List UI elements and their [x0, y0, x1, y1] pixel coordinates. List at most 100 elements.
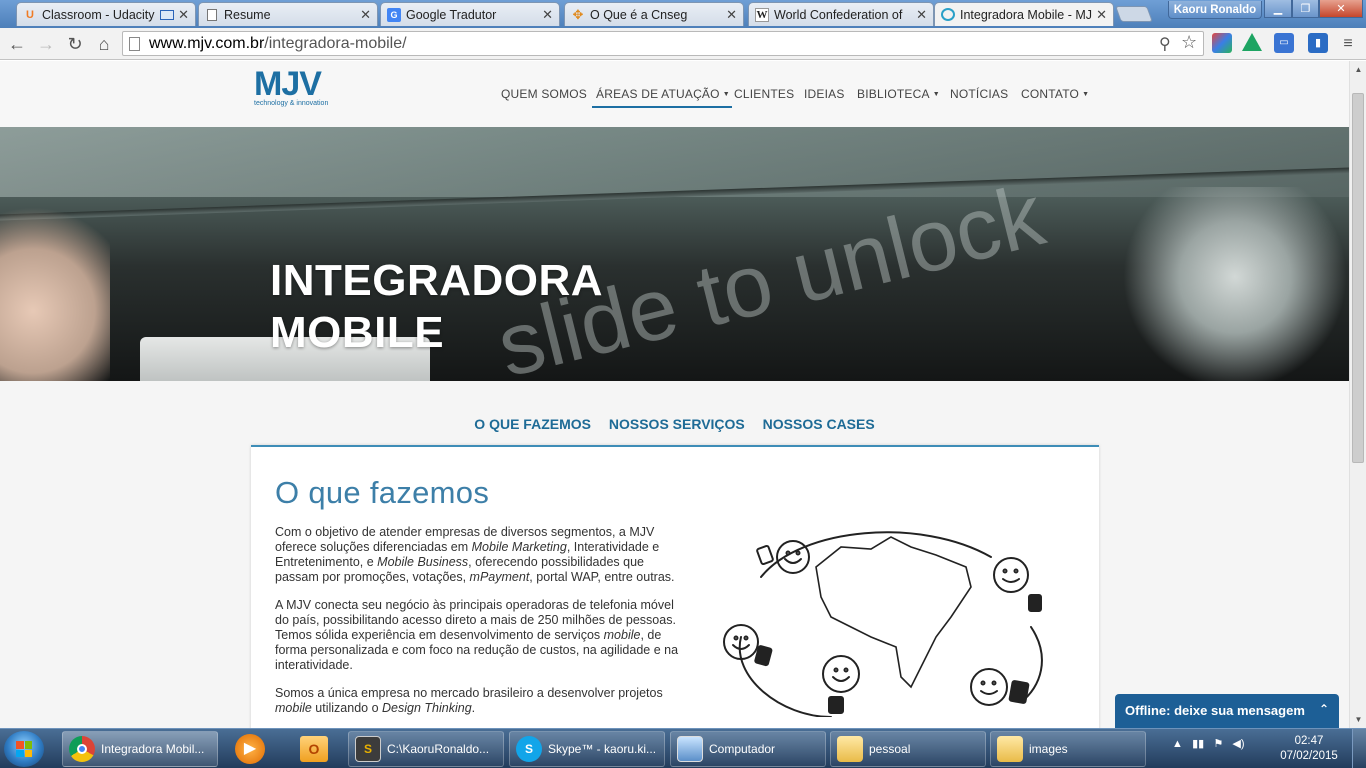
nav-clientes[interactable]: CLIENTES	[734, 87, 794, 101]
close-tab-icon[interactable]: ✕	[1096, 7, 1107, 23]
paragraph: Somos a única empresa no mercado brasile…	[275, 686, 663, 715]
action-center-flag-icon[interactable]: ⚑	[1213, 738, 1223, 750]
taskbar-folder-images[interactable]: images	[990, 731, 1146, 767]
menu-icon[interactable]: ≡	[1336, 32, 1360, 56]
clock[interactable]: 02:47 07/02/2015	[1274, 734, 1344, 764]
page-icon	[129, 37, 140, 51]
close-window-icon[interactable]: ✕	[1319, 0, 1363, 18]
tab-title: Integradora Mobile - MJV	[960, 7, 1093, 22]
windows-taskbar: Integradora Mobil... ▶ O S C:\KaoruRonal…	[0, 728, 1366, 768]
taskbar-outlook[interactable]: O	[286, 731, 342, 767]
close-tab-icon[interactable]: ✕	[360, 7, 371, 23]
tab-cnseg[interactable]: ✥ O Que é a Cnseg ✕	[564, 2, 744, 26]
site-header: MJV technology & innovation QUEM SOMOS Á…	[0, 61, 1349, 127]
nav-quem-somos[interactable]: QUEM SOMOS	[501, 87, 587, 101]
profile-name[interactable]: Kaoru Ronaldo	[1168, 1, 1262, 19]
site-icon	[941, 8, 955, 21]
cnseg-icon: ✥	[572, 6, 584, 22]
scrollbar-thumb[interactable]	[1352, 93, 1364, 463]
paragraph: Com o objetivo de atender empresas de di…	[275, 525, 675, 584]
tab-title: Google Tradutor	[406, 7, 497, 22]
nav-ideias[interactable]: IDEIAS	[804, 87, 845, 101]
chrome-icon	[69, 736, 95, 762]
vertical-scrollbar[interactable]: ▲ ▼	[1349, 61, 1366, 728]
page-title: INTEGRADORA MOBILE	[270, 256, 604, 357]
section-text: Com o objetivo de atender empresas de di…	[275, 525, 687, 728]
close-tab-icon[interactable]: ✕	[178, 7, 189, 23]
google-drive-icon[interactable]	[1242, 33, 1262, 51]
nav-contato[interactable]: CONTATO ▼	[1021, 87, 1089, 101]
terminal-icon: S	[355, 736, 381, 762]
close-tab-icon[interactable]: ✕	[542, 7, 553, 23]
outlook-icon: O	[300, 736, 328, 762]
taskbar-media-player[interactable]: ▶	[222, 731, 278, 767]
tab-title: Classroom - Udacity	[42, 7, 155, 22]
nav-biblioteca[interactable]: BIBLIOTECA ▼	[857, 87, 940, 101]
paragraph: A MJV conecta seu negócio às principais …	[275, 598, 679, 672]
close-tab-icon[interactable]: ✕	[916, 7, 927, 23]
dropdown-caret-icon: ▼	[1082, 91, 1090, 98]
tab-nossos-servicos[interactable]: NOSSOS SERVIÇOS	[609, 416, 745, 432]
document-icon	[205, 8, 219, 22]
tab-google-tradutor[interactable]: G Google Tradutor ✕	[380, 2, 560, 26]
url-text[interactable]: www.mjv.com.br/integradora-mobile/	[149, 35, 407, 53]
hero-banner: slide to unlock INTEGRADORA MOBILE	[0, 127, 1349, 381]
volume-icon[interactable]: ◀)	[1232, 738, 1244, 750]
network-icon[interactable]: ▮▮	[1192, 738, 1204, 750]
tab-o-que-fazemos[interactable]: O QUE FAZEMOS	[474, 416, 591, 432]
taskbar-skype[interactable]: S Skype™ - kaoru.ki...	[509, 731, 665, 767]
computer-icon	[677, 736, 703, 762]
content-card: O que fazemos Com o objetivo de atender …	[251, 445, 1099, 728]
play-icon: ▶	[235, 734, 265, 764]
start-button[interactable]	[4, 731, 44, 767]
new-tab-button[interactable]	[1115, 6, 1153, 22]
tab-title: World Confederation of	[774, 7, 903, 22]
bookmark-extension-icon[interactable]: ▮	[1308, 33, 1328, 53]
udacity-icon: U	[26, 8, 34, 21]
star-icon[interactable]: ☆	[1181, 32, 1197, 53]
cast-icon	[160, 9, 175, 20]
tab-strip: U Classroom - Udacity ✕ Resume ✕ G Googl…	[0, 0, 1366, 28]
close-tab-icon[interactable]: ✕	[726, 7, 737, 23]
tab-title: Resume	[224, 7, 271, 22]
taskbar-cmd[interactable]: S C:\KaoruRonaldo...	[348, 731, 504, 767]
taskbar-folder-pessoal[interactable]: pessoal	[830, 731, 986, 767]
show-desktop-button[interactable]	[1352, 729, 1366, 768]
wikipedia-icon: W	[755, 7, 769, 22]
scroll-up-icon[interactable]: ▲	[1350, 61, 1366, 78]
dropdown-caret-icon: ▼	[722, 91, 730, 98]
reload-icon[interactable]: ↻	[63, 32, 87, 56]
windows-logo-icon	[16, 741, 32, 757]
tab-udacity[interactable]: U Classroom - Udacity ✕	[16, 2, 196, 26]
section-title: O que fazemos	[275, 475, 490, 510]
show-hidden-icons-icon[interactable]: ▲	[1172, 738, 1183, 750]
cast-extension-icon[interactable]: ▭	[1274, 33, 1294, 53]
nav-areas-de-atuacao[interactable]: ÁREAS DE ATUAÇÃO ▼	[592, 87, 732, 108]
back-icon[interactable]: ←	[5, 32, 29, 56]
folder-icon	[837, 736, 863, 762]
extension-icon[interactable]	[1212, 33, 1232, 53]
address-bar[interactable]: www.mjv.com.br/integradora-mobile/ ⚲ ☆	[122, 31, 1204, 56]
tab-title: O Que é a Cnseg	[590, 7, 688, 22]
chat-widget[interactable]: Offline: deixe sua mensagem ⌃	[1115, 694, 1339, 728]
tab-resume[interactable]: Resume ✕	[198, 2, 378, 26]
section-tabs: O QUE FAZEMOS NOSSOS SERVIÇOS NOSSOS CAS…	[0, 416, 1349, 432]
mjv-logo[interactable]: MJV technology & innovation	[254, 67, 328, 107]
skype-icon: S	[516, 736, 542, 762]
restore-icon[interactable]: ❐	[1292, 0, 1319, 18]
tab-world-confederation[interactable]: W World Confederation of ✕	[748, 2, 934, 26]
scroll-down-icon[interactable]: ▼	[1350, 711, 1366, 728]
forward-icon[interactable]: →	[34, 32, 58, 56]
google-translate-icon: G	[387, 7, 401, 22]
home-icon[interactable]: ⌂	[92, 32, 116, 56]
nav-noticias[interactable]: NOTÍCIAS	[950, 87, 1008, 101]
web-page: MJV technology & innovation QUEM SOMOS Á…	[0, 61, 1349, 728]
tab-integradora-mobile[interactable]: Integradora Mobile - MJV ✕	[934, 2, 1114, 26]
chevron-up-icon[interactable]: ⌃	[1319, 702, 1329, 716]
search-icon[interactable]: ⚲	[1159, 34, 1171, 54]
taskbar-chrome[interactable]: Integradora Mobil...	[62, 731, 218, 767]
minimize-icon[interactable]: ▁	[1264, 0, 1292, 18]
tab-nossos-cases[interactable]: NOSSOS CASES	[763, 416, 875, 432]
taskbar-computador[interactable]: Computador	[670, 731, 826, 767]
brazil-people-illustration	[723, 531, 1043, 717]
